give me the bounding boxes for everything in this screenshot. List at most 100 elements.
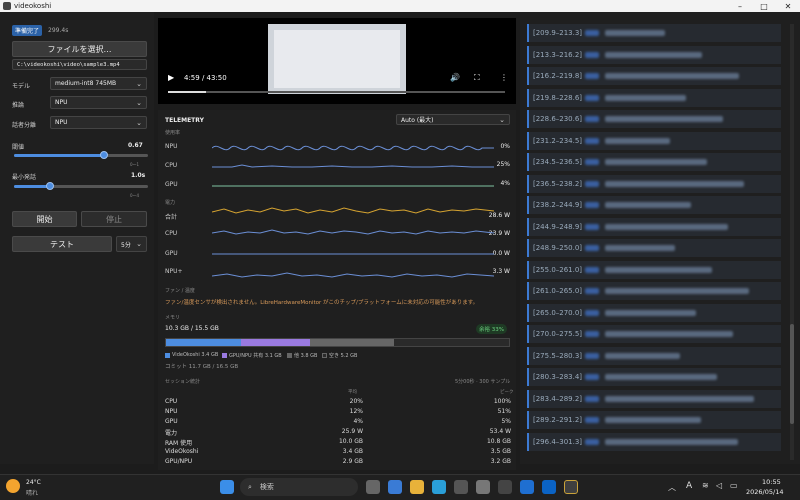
task-view-icon[interactable] — [366, 480, 380, 494]
start-button[interactable]: 開始 — [12, 211, 77, 227]
telemetry-mode-select[interactable]: Auto (最大) ⌄ — [396, 114, 510, 125]
stop-button[interactable]: 停止 — [81, 211, 147, 227]
segment-timestamp: [236.5–238.2] — [533, 179, 583, 188]
speaker-tag — [585, 352, 600, 359]
transcript-segment[interactable]: [236.5–238.2] — [527, 174, 781, 193]
window-title: videokoshi — [14, 2, 52, 10]
minimize-button[interactable]: – — [728, 0, 752, 12]
diarization-select[interactable]: NPU ⌄ — [50, 116, 147, 129]
select-file-button[interactable]: ファイルを選択… — [12, 41, 147, 57]
transcript-segment[interactable]: [280.3–283.4] — [527, 368, 781, 386]
fan-section-label: ファン / 温度 — [165, 288, 195, 294]
segment-text-redacted — [605, 180, 745, 187]
fullscreen-icon[interactable]: ⛶ — [474, 73, 480, 83]
session-stats-label: セッション統計 — [165, 379, 201, 385]
transcript-segment[interactable]: [261.0–265.0] — [527, 282, 781, 300]
inference-value: NPU — [55, 99, 68, 106]
more-options-icon[interactable]: ⋮ — [500, 73, 508, 82]
inference-select[interactable]: NPU ⌄ — [50, 96, 147, 109]
usage-label: CPU — [165, 162, 178, 169]
outlook-icon[interactable] — [542, 480, 556, 494]
legend-shared: GPU/NPU 共有 3.1 GB — [222, 352, 282, 359]
stat-average: 20% — [349, 398, 363, 405]
transcript-segment[interactable]: [244.9–248.9] — [527, 217, 781, 236]
min-speech-slider[interactable] — [14, 182, 148, 190]
maximize-button[interactable]: □ — [752, 0, 776, 12]
segment-timestamp: [275.5–280.3] — [533, 351, 583, 360]
battery-icon[interactable]: ▭ — [730, 481, 738, 490]
transcript-segment[interactable]: [228.6–230.6] — [527, 110, 781, 128]
diarization-label: 話者分離 — [12, 122, 37, 129]
play-icon[interactable]: ▶ — [168, 73, 174, 82]
threshold-slider-knob[interactable] — [99, 151, 108, 159]
power-label: GPU — [165, 250, 178, 257]
weather-icon[interactable] — [6, 479, 20, 493]
file-explorer-icon[interactable] — [410, 480, 424, 494]
vscode-icon[interactable] — [520, 480, 534, 494]
transcript-segment[interactable]: [265.0–270.0] — [527, 303, 781, 322]
transcript-segment[interactable]: [283.4–289.2] — [527, 389, 781, 408]
start-icon[interactable] — [220, 480, 234, 494]
transcript-segment[interactable]: [216.2–219.8] — [527, 67, 781, 85]
segment-timestamp: [213.3–216.2] — [533, 50, 583, 59]
clock-time[interactable]: 10:55 — [762, 478, 781, 486]
memory-total: 10.3 GB / 15.5 GB — [165, 325, 219, 332]
transcript-segment[interactable]: [213.3–216.2] — [527, 45, 781, 64]
session-stats-row: GPU/NPU 2.9 GB 3.2 GB — [165, 458, 511, 466]
transcript-segment[interactable]: [248.9–250.0] — [527, 239, 781, 257]
transcript-segment[interactable]: [275.5–280.3] — [527, 346, 781, 365]
transcript-segment[interactable]: [209.9–213.3] — [527, 24, 781, 42]
memory-section-label: メモリ — [165, 315, 181, 321]
transcript-segment[interactable]: [289.2–291.2] — [527, 411, 781, 429]
session-stats-row: 電力 25.9 W 53.4 W — [165, 428, 511, 437]
tray-chevron-icon[interactable]: ︿ — [668, 482, 676, 493]
close-button[interactable]: ✕ — [776, 0, 800, 12]
transcript-segment[interactable]: [270.0–275.5] — [527, 325, 781, 343]
network-icon[interactable]: ≋ — [702, 481, 709, 490]
app-icon[interactable] — [476, 480, 490, 494]
speaker-tag — [585, 30, 600, 36]
transcript-segment[interactable]: [296.4–301.3] — [527, 432, 781, 451]
stat-peak: 3.5 GB — [490, 448, 511, 455]
terminal-icon[interactable] — [498, 480, 512, 494]
stat-peak: 10.8 GB — [486, 438, 511, 445]
app-logo-icon — [3, 2, 11, 10]
telemetry-sparklines — [212, 145, 494, 278]
transcript-segment[interactable]: [219.8–228.6] — [527, 88, 781, 107]
ime-indicator[interactable]: A — [686, 481, 692, 491]
model-select[interactable]: medium-int8 745MB ⌄ — [50, 77, 147, 90]
stat-average: 2.9 GB — [342, 458, 363, 465]
transcript-segment[interactable]: [238.2–244.9] — [527, 196, 781, 214]
speaker-tag — [585, 159, 600, 165]
segment-timestamp: [283.4–289.2] — [533, 394, 583, 403]
session-stats-row: CPU 20% 100% — [165, 398, 511, 406]
stat-name: RAM 使用 — [165, 440, 193, 447]
clock-date[interactable]: 2026/05/14 — [746, 488, 783, 496]
session-stats-row: VideOkoshi 3.4 GB 3.5 GB — [165, 448, 511, 456]
test-button[interactable]: テスト — [12, 236, 112, 252]
taskbar-search[interactable]: ⌕ 検索 — [240, 478, 358, 496]
transcript-segment[interactable]: [231.2–234.5] — [527, 131, 781, 150]
transcript-segment[interactable]: [234.5–236.5] — [527, 153, 781, 171]
segment-text-redacted — [605, 309, 697, 316]
video-progress-bar[interactable] — [168, 91, 505, 93]
volume-icon[interactable]: 🔊 — [450, 73, 460, 82]
segment-timestamp: [255.0–261.0] — [533, 265, 583, 274]
segment-timestamp: [244.9–248.9] — [533, 222, 583, 231]
copilot-icon[interactable] — [388, 480, 402, 494]
transcript-segment[interactable]: [255.0–261.0] — [527, 260, 781, 279]
power-label: NPU+ — [165, 268, 183, 275]
transcript-scrollbar[interactable] — [790, 24, 794, 460]
threshold-slider[interactable] — [14, 151, 148, 159]
videokoshi-taskbar-icon[interactable] — [564, 480, 578, 494]
volume-icon[interactable]: ◁ — [716, 481, 722, 490]
speaker-tag — [585, 417, 600, 423]
min-speech-label: 最小発話 — [12, 174, 37, 181]
segment-text-redacted — [605, 288, 750, 294]
test-duration-select[interactable]: 5分 ⌄ — [116, 236, 147, 252]
file-path-field[interactable]: C:\videokoshi\video\sample3.mp4 — [12, 59, 147, 70]
session-stats-row: RAM 使用 10.0 GB 10.8 GB — [165, 438, 511, 447]
store-icon[interactable] — [454, 480, 468, 494]
segment-text-redacted — [605, 331, 734, 337]
edge-icon[interactable] — [432, 480, 446, 494]
